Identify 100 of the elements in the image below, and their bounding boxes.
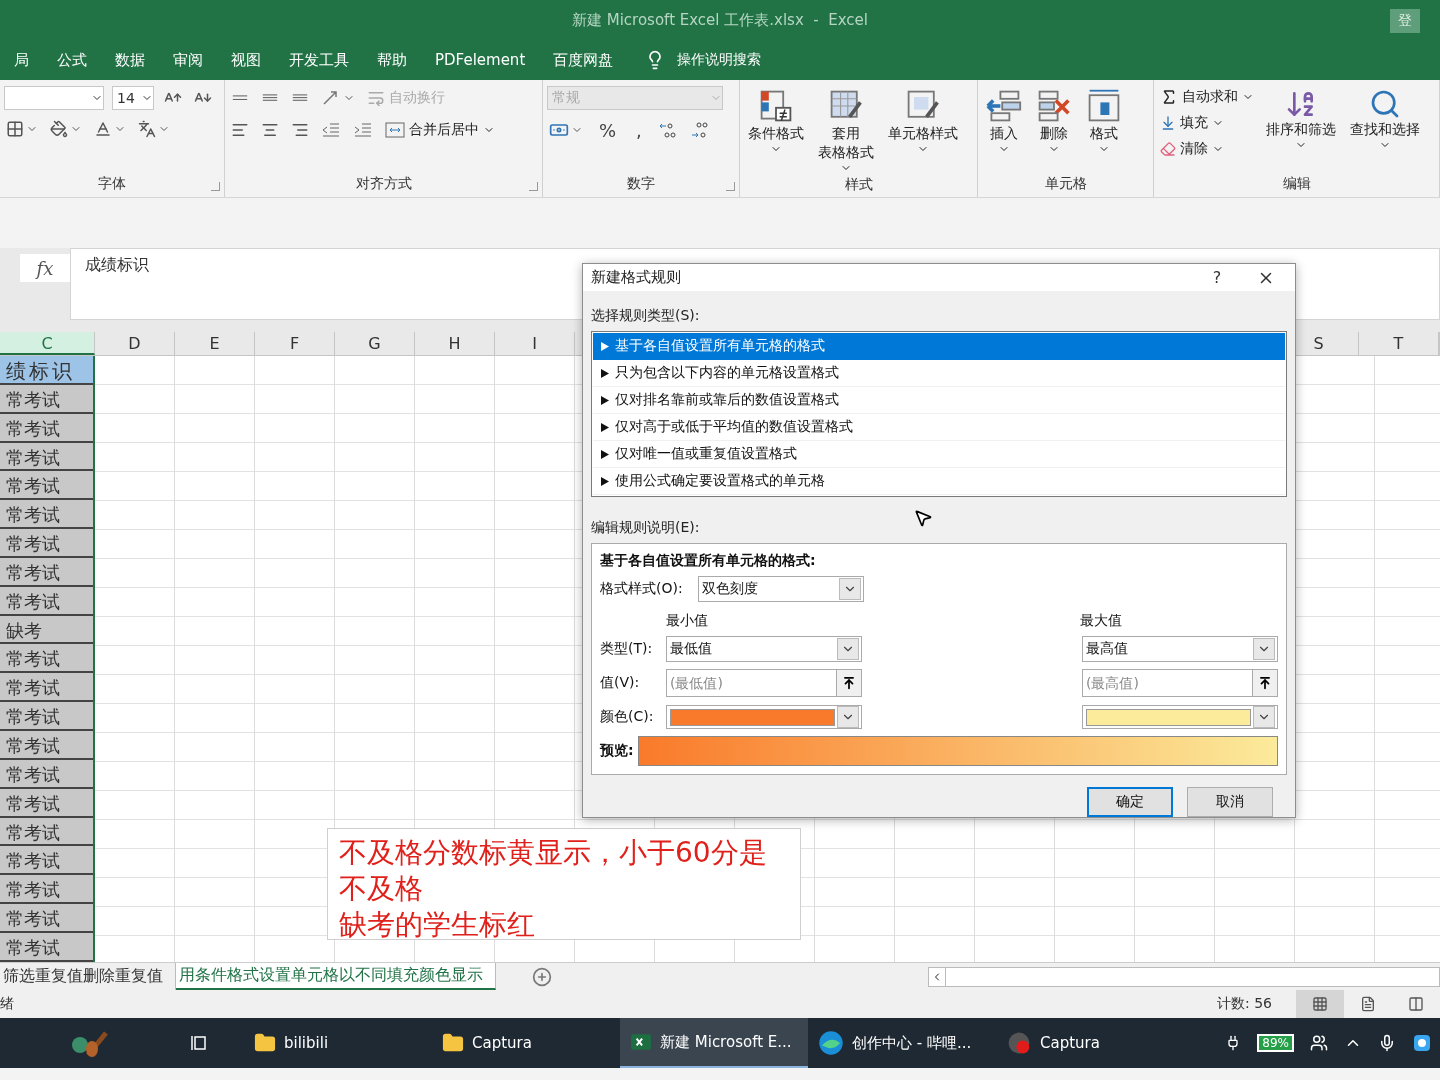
note-text: 不及格分数标黄显示，小于60分是不及格 (339, 835, 768, 907)
table-cell: 常考试 (0, 500, 93, 530)
ribbon-button[interactable]: 单元格样式 (884, 86, 962, 157)
triangle-icon (601, 422, 609, 432)
column-header[interactable]: C (0, 332, 95, 355)
list-item[interactable]: 使用公式确定要设置格式的单元格 (593, 468, 1285, 495)
column-heading: 最小值 (666, 612, 709, 630)
record-icon (1006, 1030, 1032, 1056)
cancel-button[interactable]: 取消 (1187, 787, 1273, 817)
color-picker[interactable] (666, 705, 862, 729)
menu-tab[interactable]: 局 (0, 40, 43, 80)
format-style-select[interactable]: 双色刻度 (698, 576, 864, 602)
percent-button[interactable]: % (593, 119, 623, 141)
column-header[interactable]: T (1359, 332, 1439, 355)
merge-icon (385, 120, 405, 140)
panel-title: 基于各自值设置所有单元格的格式: (600, 552, 817, 570)
upload-icon (842, 676, 856, 690)
ribbon-button[interactable]: 填充 (1158, 112, 1256, 134)
table-cell: 常考试 (0, 730, 93, 760)
field-label: 预览: (600, 742, 635, 760)
ribbon-button[interactable]: 清除 (1158, 138, 1256, 160)
fill-down-icon (1160, 115, 1176, 131)
ribbon-button[interactable]: 删除 (1032, 86, 1076, 157)
group-label: 数字 (627, 175, 655, 193)
table-cell: 常考试 (0, 471, 93, 501)
rule-type-list[interactable]: 基于各自值设置所有单元格的格式 只为包含以下内容的单元格设置格式 仅对排名靠前或靠后的数值设置格式 仅对高于或低于平均值的数值设置格式 仅对唯一值或重复值设置格式 使用公式确定要设置格式的单元格 (591, 331, 1287, 497)
help-button[interactable]: ? (1197, 267, 1237, 288)
list-item[interactable]: 基于各自值设置所有单元格的格式 (593, 333, 1285, 360)
column-header[interactable]: H (415, 332, 495, 355)
column-header[interactable]: F (255, 332, 335, 355)
ribbon-button[interactable]: 条件格式 (744, 86, 808, 157)
middle-align-icon (261, 94, 279, 102)
table-cell: 绩标识 (0, 356, 93, 385)
taskbar-button[interactable]: Captura (432, 1018, 620, 1068)
taskbar-button[interactable]: Captura (996, 1018, 1184, 1068)
taskbar-button[interactable]: 创作中心 - 哔哩... (808, 1018, 996, 1068)
item-text: 仅对排名靠前或靠后的数值设置格式 (615, 391, 839, 409)
column-heading: 最大值 (1080, 612, 1123, 630)
menu-tab[interactable]: 视图 (217, 40, 275, 80)
menu-tab[interactable]: 审阅 (159, 40, 217, 80)
spreadsheet-icon (630, 1031, 652, 1053)
field-label: 编辑规则说明(E): (591, 519, 701, 537)
menu-tab[interactable]: PDFelement (421, 40, 540, 80)
align-right-icon (291, 121, 309, 139)
ribbon-button[interactable]: 套用 表格格式 (814, 86, 878, 176)
table-cell: 常考试 (0, 644, 93, 674)
ribbon-button[interactable]: 自动求和 (1158, 86, 1256, 108)
menu-tab[interactable]: 百度网盘 (539, 40, 628, 80)
font-name-field[interactable] (4, 86, 104, 110)
menu-tab[interactable]: 公式 (43, 40, 101, 80)
group-label: 样式 (844, 176, 873, 194)
list-item[interactable]: 只为包含以下内容的单元格设置格式 (593, 360, 1285, 387)
conditional-format-icon (758, 88, 794, 124)
paint-bucket-icon (50, 120, 68, 138)
browser-icon (818, 1030, 844, 1056)
table-cell: 常考试 (0, 817, 93, 847)
taskbar-button[interactable]: bilibili (244, 1018, 432, 1068)
tell-me-search[interactable]: 操作说明搜索 (677, 51, 762, 69)
value-field[interactable]: (最高值) (1082, 669, 1252, 697)
list-item[interactable]: 仅对排名靠前或靠后的数值设置格式 (593, 387, 1285, 414)
column-header[interactable]: G (335, 332, 415, 355)
range-button[interactable] (1252, 669, 1278, 697)
menu-tab[interactable]: 开发工具 (275, 40, 363, 80)
column-header[interactable]: E (175, 332, 255, 355)
range-button[interactable] (836, 669, 862, 697)
sheet-tab[interactable]: 用条件格式设置单元格以不同填充颜色显示 (176, 963, 496, 990)
horizontal-scrollbar[interactable] (928, 966, 1440, 987)
insert-icon (986, 88, 1022, 124)
ribbon-button[interactable]: 排序和筛选 (1262, 86, 1340, 153)
comma-button[interactable]: , (630, 119, 648, 141)
borders-icon (6, 120, 24, 138)
group-label: 编辑 (1282, 175, 1311, 193)
menu-tab[interactable]: 数据 (101, 40, 159, 80)
table-cell: 常考试 (0, 442, 93, 472)
search-icon (1369, 88, 1401, 120)
color-picker[interactable] (1082, 705, 1278, 729)
taskbar-button[interactable]: 新建 Microsoft E... (620, 1018, 808, 1068)
type-select[interactable]: 最高值 (1082, 636, 1278, 662)
group-label: 单元格 (1044, 175, 1087, 193)
table-cell: 常考试 (0, 586, 93, 616)
ribbon-button[interactable]: 插入 (982, 86, 1026, 157)
count-text: 计数: 56 (1217, 995, 1272, 1013)
plus-icon (532, 966, 552, 987)
column-header[interactable]: D (95, 332, 175, 355)
list-item[interactable]: 仅对高于或低于平均值的数值设置格式 (593, 414, 1285, 441)
list-item[interactable]: 仅对唯一值或重复值设置格式 (593, 441, 1285, 468)
merge-center-button[interactable]: 合并后居中 (383, 118, 497, 142)
ribbon-button[interactable]: 格式 (1082, 86, 1126, 157)
ok-button[interactable]: 确定 (1087, 787, 1173, 817)
value-field[interactable]: (最低值) (666, 669, 836, 697)
font-size-field[interactable]: 14 (112, 86, 154, 110)
type-select[interactable]: 最低值 (666, 636, 862, 662)
menu-tab[interactable]: 帮助 (363, 40, 421, 80)
decimal-arrow-icon (689, 120, 710, 140)
view-button[interactable] (1296, 990, 1344, 1018)
table-cell: 常考试 (0, 702, 93, 731)
ribbon-button[interactable]: 查找和选择 (1346, 86, 1424, 153)
grid-icon (1312, 996, 1328, 1012)
insert-function-button[interactable]: fx (20, 254, 70, 282)
column-header[interactable]: I (495, 332, 575, 355)
